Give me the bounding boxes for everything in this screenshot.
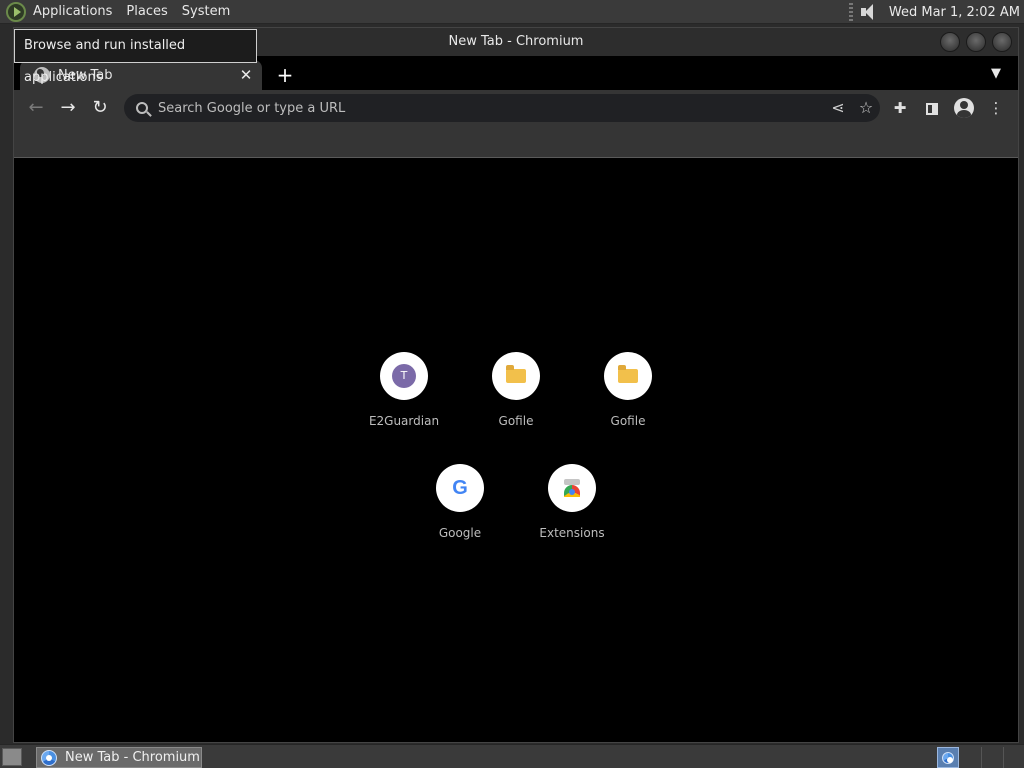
show-desktop-icon[interactable]: [2, 748, 22, 766]
workspace-divider: [1003, 747, 1004, 768]
panel-tray: Wed Mar 1, 2:02 AM: [848, 0, 1020, 24]
side-panel-button[interactable]: [918, 94, 946, 122]
workspace-divider: [981, 747, 982, 768]
more-menu-icon[interactable]: ⋮: [982, 94, 1010, 122]
omnibox[interactable]: ⋖ ☆: [124, 94, 880, 122]
close-tab-icon[interactable]: ✕: [236, 65, 256, 85]
panel-grip-icon: [848, 3, 853, 21]
browser-toolbar: ← → ↻ ⋖ ☆ ✚ ⋮: [14, 90, 1018, 126]
menu-system[interactable]: System: [175, 0, 237, 24]
applications-tooltip: Browse and run installed applications: [14, 29, 257, 85]
profile-avatar-icon[interactable]: [954, 98, 974, 118]
search-icon: [136, 102, 148, 114]
shortcut-label: Gofile: [498, 414, 534, 428]
taskbar-button-chromium[interactable]: New Tab - Chromium: [36, 747, 202, 768]
clock[interactable]: Wed Mar 1, 2:02 AM: [889, 5, 1020, 20]
close-window-button[interactable]: [992, 32, 1012, 52]
bookmark-star-icon[interactable]: ☆: [852, 94, 880, 122]
chromium-icon: [942, 751, 954, 764]
minimize-button[interactable]: [940, 32, 960, 52]
chromium-icon: [41, 749, 57, 766]
forward-button[interactable]: →: [54, 94, 82, 122]
shortcut-icon-circle: T: [380, 352, 428, 400]
menu-applications[interactable]: Applications: [26, 0, 119, 24]
shortcut-label: E2Guardian: [368, 414, 440, 428]
shortcut-tile-extensions[interactable]: Extensions: [516, 464, 628, 576]
bottom-panel: New Tab - Chromium: [0, 744, 1024, 768]
chrome-web-store-icon: [562, 479, 582, 497]
new-tab-button[interactable]: +: [272, 62, 298, 88]
back-button[interactable]: ←: [22, 94, 50, 122]
workspace-switcher[interactable]: [937, 747, 959, 768]
shortcut-icon-circle: [492, 352, 540, 400]
chromium-window: New Tab - Chromium New Tab ✕ + ▼ ← → ↻ ⋖…: [13, 27, 1019, 743]
maximize-button[interactable]: [966, 32, 986, 52]
google-g-icon: G: [452, 476, 468, 499]
shortcut-label: Google: [438, 526, 482, 540]
tab-search-chevron-icon[interactable]: ▼: [986, 64, 1006, 84]
shortcut-icon-circle: [548, 464, 596, 512]
shortcut-tile-gofile[interactable]: Gofile: [460, 352, 572, 464]
address-input[interactable]: [158, 100, 824, 116]
menu-places[interactable]: Places: [119, 0, 174, 24]
volume-icon[interactable]: [859, 3, 879, 21]
shortcut-tile-e2guardian[interactable]: T E2Guardian: [348, 352, 460, 464]
folder-icon: [506, 365, 526, 383]
new-tab-page: T E2Guardian Gofile Gofile G Google Exte…: [14, 159, 1018, 742]
shortcut-label: Gofile: [610, 414, 646, 428]
shortcut-icon-circle: [604, 352, 652, 400]
reload-button[interactable]: ↻: [86, 94, 114, 122]
bookmark-bar: [14, 126, 1018, 158]
taskbar-button-label: New Tab - Chromium: [65, 750, 200, 765]
extensions-puzzle-icon[interactable]: ✚: [886, 94, 914, 122]
side-panel-icon: [926, 102, 938, 115]
window-controls: [940, 32, 1012, 52]
share-icon[interactable]: ⋖: [824, 94, 852, 122]
top-panel: Applications Places System Wed Mar 1, 2:…: [0, 0, 1024, 24]
shortcut-label: Extensions: [539, 526, 605, 540]
shortcut-tile-gofile-2[interactable]: Gofile: [572, 352, 684, 464]
applications-menu-icon[interactable]: [6, 1, 26, 22]
folder-icon: [618, 365, 638, 383]
letter-avatar-icon: T: [392, 364, 416, 388]
shortcut-icon-circle: G: [436, 464, 484, 512]
shortcut-tile-google[interactable]: G Google: [404, 464, 516, 576]
